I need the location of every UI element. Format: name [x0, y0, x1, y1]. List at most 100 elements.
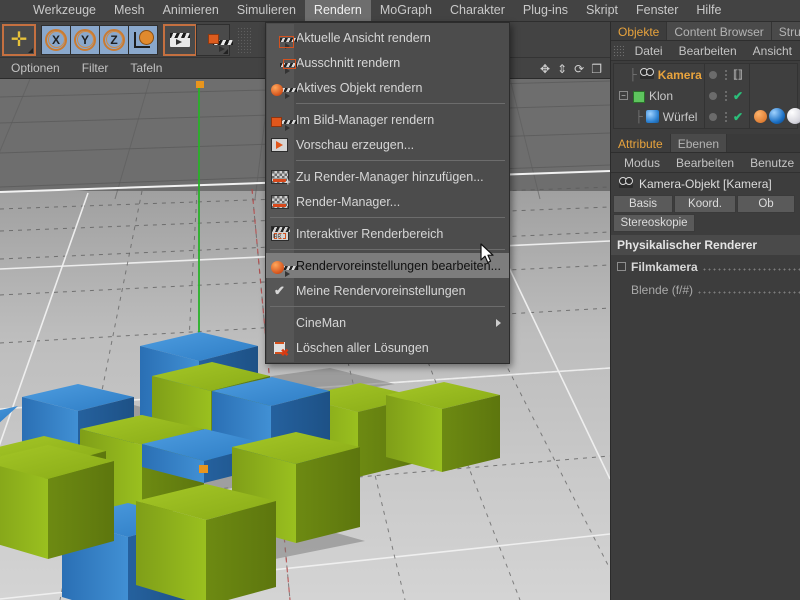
material-tag-blue-icon[interactable] [769, 108, 785, 124]
visibility-dot-editor[interactable] [709, 91, 717, 100]
object-row-wuerfel[interactable]: ├ Würfel ✔ [614, 106, 800, 127]
menu-item-render-manager[interactable]: Render-Manager... [266, 189, 509, 214]
world-axis-icon [132, 29, 154, 50]
panel-menu-ansicht[interactable]: Ansicht [745, 44, 800, 58]
dolly-icon[interactable]: ⇕ [557, 63, 567, 75]
toolbar-grip [237, 26, 251, 53]
rotate-icon[interactable]: ⟳ [574, 63, 584, 75]
property-blende-f-[interactable]: Blende (f/#) [611, 278, 800, 301]
cube-icon [645, 110, 659, 123]
visibility-dot-editor[interactable] [709, 70, 717, 79]
menu-item-aktives-objekt-rendern[interactable]: Aktives Objekt rendern [266, 75, 509, 100]
render-picture-viewer-button[interactable] [196, 23, 230, 56]
object-manager-tabs: ObjekteContent BrowserStruk [611, 22, 800, 41]
viewport-menu-optionen[interactable]: Optionen [0, 61, 71, 75]
menu-item-cineman[interactable]: CineMan [266, 310, 509, 335]
y-axis-icon: Y [74, 28, 96, 51]
menu-fenster[interactable]: Fenster [627, 0, 687, 21]
world-coordinate-button[interactable] [128, 24, 158, 55]
camera-icon [639, 67, 654, 79]
move-tool-button[interactable]: ✛ [2, 23, 36, 56]
object-name: Klon [649, 88, 674, 103]
checkmark-icon: ✔ [274, 282, 285, 298]
render-queue-icon [269, 192, 290, 211]
render-menu-dropdown[interactable]: Aktuelle Ansicht rendern Ausschnitt rende… [265, 22, 510, 364]
panel-grip-icon[interactable] [613, 44, 624, 57]
menu-skript[interactable]: Skript [577, 0, 627, 21]
panel-menu-bearbeiten[interactable]: Bearbeiten [668, 156, 742, 170]
interactive-render-region-icon: IRR [269, 224, 290, 243]
green-check-icon[interactable]: ✔ [733, 89, 743, 103]
attribute-section-title: Physikalischer Renderer [611, 235, 800, 255]
attribute-manager-tabs: Attribute Ebenen [611, 134, 800, 153]
panel-menu-datei[interactable]: Datei [627, 44, 671, 58]
attribute-object-title: Kamera-Objekt [Kamera] [639, 176, 772, 191]
checkbox[interactable] [617, 262, 626, 271]
axis-y-button[interactable]: Y [70, 24, 100, 55]
tab-ebenen[interactable]: Ebenen [670, 134, 728, 152]
viewport-nav-icons: ✥ ⇕ ⟳ ❐ [540, 58, 608, 79]
menu-plug-ins[interactable]: Plug-ins [514, 0, 577, 21]
render-view-button[interactable] [163, 23, 197, 56]
menu-item-im-bild-manager-rendern[interactable]: Im Bild-Manager rendern [266, 107, 509, 132]
viewport-menu-filter[interactable]: Filter [71, 61, 120, 75]
axis-z-button[interactable]: Z [99, 24, 129, 55]
attribute-subtab-ob[interactable]: Ob [737, 195, 795, 213]
menu-item-löschen-aller-lösungen[interactable]: ✖ Löschen aller Lösungen [266, 335, 509, 360]
object-row-kamera[interactable]: ├ Kamera ⟦⟧ [614, 64, 797, 85]
main-menu-bar: Werkzeuge Mesh Animieren Simulieren Rendern M… [0, 0, 800, 22]
tab-objekte[interactable]: Objekte [611, 22, 668, 40]
object-name: Kamera [657, 67, 702, 82]
object-name: Würfel [662, 109, 698, 124]
tab-struk[interactable]: Struk [771, 22, 800, 40]
attribute-subtab-koord-[interactable]: Koord. [674, 195, 736, 213]
menu-simulieren[interactable]: Simulieren [228, 0, 305, 21]
menu-item-aktuelle-ansicht-rendern[interactable]: Aktuelle Ansicht rendern [266, 25, 509, 50]
mograph-color-tag-icon[interactable] [754, 109, 767, 123]
add-to-render-queue-icon: + [269, 167, 291, 186]
pan-icon[interactable]: ✥ [540, 63, 550, 75]
menu-hilfe[interactable]: Hilfe [687, 0, 730, 21]
menu-item-interaktiver-renderbereich[interactable]: IRR Interaktiver Renderbereich [266, 221, 509, 246]
panel-menu-benutze[interactable]: Benutze [742, 156, 800, 170]
menu-mograph[interactable]: MoGraph [371, 0, 441, 21]
menu-item-ausschnitt-rendern[interactable]: Ausschnitt rendern [266, 50, 509, 75]
axis-x-button[interactable]: X [41, 24, 71, 55]
object-tree[interactable]: ├ Kamera ⟦⟧ − Klon ✔ ├ Würfel ✔ [613, 63, 800, 129]
object-row-klon[interactable]: − Klon ✔ [614, 85, 797, 106]
attribute-subtab-stereoskopie[interactable]: Stereoskopie [613, 214, 695, 232]
menu-mesh[interactable]: Mesh [105, 0, 154, 21]
expand-collapse-icon[interactable]: − [619, 91, 628, 100]
menu-item-label: Im Bild-Manager rendern [296, 112, 435, 127]
object-tag-column: ⟦⟧ [707, 64, 747, 85]
panel-menu-modus[interactable]: Modus [616, 156, 668, 170]
viewport-menu-tafeln[interactable]: Tafeln [119, 61, 173, 75]
visibility-dot-editor[interactable] [709, 112, 717, 121]
visibility-dot-render[interactable] [724, 90, 728, 101]
property-filmkamera[interactable]: Filmkamera [611, 255, 800, 278]
x-axis-icon: X [45, 28, 67, 51]
menu-item-rendervoreinstellungen-bearbeiten[interactable]: Rendervoreinstellungen bearbeiten... [266, 253, 509, 278]
maximize-icon[interactable]: ❐ [591, 63, 602, 75]
attribute-subtab-basis[interactable]: Basis [613, 195, 673, 213]
axis-handle [196, 81, 204, 88]
menu-item-vorschau-erzeugen[interactable]: Vorschau erzeugen... [266, 132, 509, 157]
panel-menu-bearbeiten[interactable]: Bearbeiten [671, 44, 745, 58]
menu-werkzeuge[interactable]: Werkzeuge [24, 0, 105, 21]
render-region-icon [269, 53, 296, 74]
tab-attribute[interactable]: Attribute [611, 134, 671, 152]
menu-animieren[interactable]: Animieren [154, 0, 228, 21]
menu-item-zu-render-manager-hinzufügen[interactable]: + Zu Render-Manager hinzufügen... [266, 164, 509, 189]
material-tag-white-icon[interactable] [787, 108, 800, 124]
menu-charakter[interactable]: Charakter [441, 0, 514, 21]
visibility-dot-render[interactable] [724, 111, 728, 122]
bracket-tag-icon[interactable]: ⟦⟧ [733, 68, 743, 81]
menu-rendern[interactable]: Rendern [304, 0, 371, 21]
green-check-icon[interactable]: ✔ [733, 110, 743, 124]
visibility-dot-render[interactable] [724, 69, 728, 80]
menu-separator [270, 217, 505, 218]
menu-item-meine-rendervoreinstellungen[interactable]: ✔ Meine Rendervoreinstellungen [266, 278, 509, 303]
tab-content-browser[interactable]: Content Browser [667, 22, 772, 40]
property-label: Blende (f/#) [631, 282, 694, 297]
cube-green-front [136, 484, 276, 600]
